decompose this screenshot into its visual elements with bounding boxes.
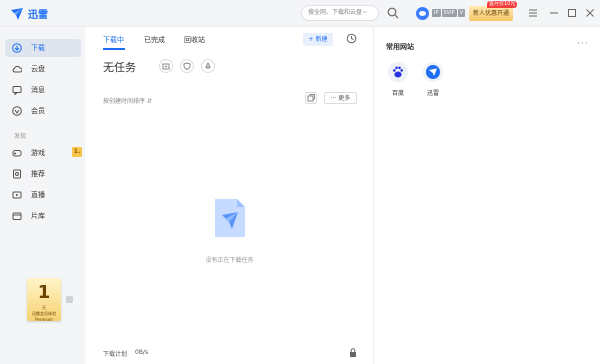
no-task-label: 无任务 [103, 61, 136, 74]
favorite-sites-panel: 常用网站 ··· 百度 迅雷 [375, 27, 600, 364]
site-name: 百度 [391, 90, 404, 97]
section-discover-label: 发现 [14, 133, 27, 140]
film-icon [12, 212, 22, 220]
promo-day-count: 1 [37, 282, 51, 303]
empty-download-icon [215, 199, 245, 237]
sidebar-item-label: 直播 [31, 191, 45, 199]
lock-icon[interactable] [349, 348, 357, 357]
sidebar-item-film-library[interactable]: 片库 [5, 207, 81, 225]
vip-promo-tag: 首月仅10元 [487, 1, 518, 8]
menu-icon[interactable] [528, 8, 538, 18]
ip-badge: IP [432, 9, 441, 17]
search-input[interactable]: 搜全网、下载和云盘~ [301, 5, 379, 21]
sidebar-item-recommend[interactable]: 推荐 [5, 165, 81, 183]
site-xunlei[interactable]: 迅雷 [420, 62, 446, 97]
more-button[interactable]: ··· 更多 [324, 92, 357, 104]
task-filter-button-3[interactable] [201, 59, 215, 73]
level-badge: V [457, 9, 466, 17]
tab-downloading[interactable]: 下载中 [103, 35, 124, 45]
site-baidu[interactable]: 百度 [385, 62, 411, 97]
download-icon [12, 43, 22, 53]
sidebar-item-message[interactable]: 消息 [5, 81, 81, 99]
active-tab-indicator [103, 48, 125, 50]
task-filter-button-1[interactable] [159, 59, 173, 73]
more-options-icon[interactable]: ··· [577, 39, 589, 49]
vip-trial-promo[interactable]: 1 天 迅雷会员体验 Premium [27, 278, 61, 322]
download-box-icon [162, 63, 170, 70]
xunlei-logo-icon [11, 7, 23, 20]
sidebar-item-cloud[interactable]: 云盘 [5, 60, 81, 78]
task-filter-button-2[interactable] [180, 59, 194, 73]
vip-open-button[interactable]: 新人优惠开通 [469, 6, 513, 21]
sidebar-item-label: 消息 [31, 86, 45, 94]
copy-icon [307, 94, 315, 102]
history-icon[interactable] [346, 33, 357, 44]
message-icon [12, 86, 22, 95]
sidebar-item-games[interactable]: 游戏 1. [5, 144, 82, 162]
download-panel: 下载中 已完成 回收站 + 新建 无任务 按创建时间排序 ⇵ ··· 更多 没有… [85, 27, 374, 364]
new-task-button[interactable]: + 新建 [303, 33, 333, 46]
promo-close-button[interactable] [66, 296, 73, 303]
download-speed: 0B/s [135, 349, 149, 356]
search-icon[interactable] [387, 7, 399, 19]
recommend-icon [13, 169, 21, 179]
avatar[interactable] [416, 7, 429, 20]
rocket-icon [205, 62, 211, 69]
gamepad-icon [12, 150, 22, 157]
sidebar-item-live[interactable]: 直播 [5, 186, 81, 204]
vip-badges: IP SVIP V [432, 9, 466, 17]
live-icon [12, 191, 22, 199]
app-logo[interactable]: 迅雷 [10, 6, 48, 21]
batch-select-button[interactable] [305, 92, 317, 104]
vip-icon [12, 106, 22, 116]
tab-recycle-bin[interactable]: 回收站 [184, 35, 205, 45]
site-name: 迅雷 [426, 90, 439, 97]
sidebar-item-vip[interactable]: 会员 [5, 102, 81, 120]
sidebar-item-label: 下载 [31, 44, 45, 52]
sidebar-item-download[interactable]: 下载 [5, 39, 81, 57]
cloud-icon [12, 65, 22, 73]
promo-line2: Premium [35, 317, 53, 322]
tab-completed[interactable]: 已完成 [144, 35, 165, 45]
games-badge: 1. [72, 147, 82, 157]
maximize-icon[interactable] [567, 8, 577, 18]
baidu-paw-icon [388, 62, 408, 82]
download-plan-label[interactable]: 下载计划 [103, 349, 127, 358]
close-icon[interactable] [585, 8, 595, 18]
svip-badge: SVIP [441, 9, 457, 17]
sort-by-create-time[interactable]: 按创建时间排序 ⇵ [103, 96, 152, 105]
sidebar-item-label: 游戏 [31, 149, 45, 157]
minimize-icon[interactable] [549, 8, 559, 18]
status-bar: 下载计划 0B/s [85, 345, 374, 364]
xunlei-bird-icon [423, 62, 443, 82]
sidebar-item-label: 会员 [31, 107, 45, 115]
favorite-sites-title: 常用网站 [386, 43, 414, 51]
sidebar-item-label: 推荐 [31, 170, 45, 178]
title-bar: 迅雷 搜全网、下载和云盘~ IP SVIP V 新人优惠开通 首月仅10元 [0, 0, 600, 27]
sidebar-item-label: 云盘 [31, 65, 45, 73]
app-brand: 迅雷 [28, 10, 48, 21]
empty-state-text: 没有正在下载任务 [205, 257, 254, 264]
shield-icon [183, 62, 191, 70]
sidebar-item-label: 片库 [31, 212, 45, 220]
